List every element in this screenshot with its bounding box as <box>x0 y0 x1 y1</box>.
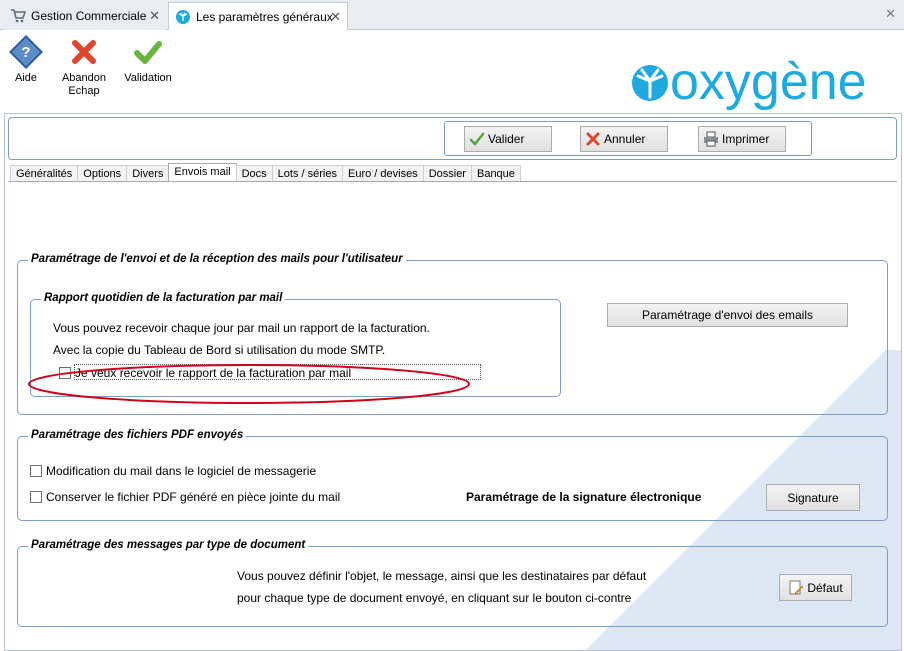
abandon-button[interactable]: Abandon Echap <box>56 35 112 98</box>
annuler-button[interactable]: Annuler <box>580 126 668 152</box>
close-window-icon[interactable]: ✕ <box>885 6 896 22</box>
signature-button[interactable]: Signature <box>766 484 860 511</box>
tab-options[interactable]: Options <box>77 165 128 182</box>
document-tabstrip: Gestion Commerciale ✕ Les paramètres gén… <box>0 0 904 30</box>
tab-envois-mail[interactable]: Envois mail <box>168 163 237 182</box>
edit-mail-checkbox-label: Modification du mail dans le logiciel de… <box>46 464 317 478</box>
cancel-x-icon <box>67 35 101 69</box>
validation-label: Validation <box>124 72 172 84</box>
checkbox-box[interactable] <box>30 465 42 477</box>
edit-mail-checkbox[interactable]: Modification du mail dans le logiciel de… <box>30 464 316 478</box>
report-description-2: Avec la copie du Tableau de Bord si util… <box>53 343 386 357</box>
messages-description-1: Vous pouvez définir l'objet, le message,… <box>237 569 647 583</box>
annuler-label: Annuler <box>604 132 646 146</box>
checkmark-icon <box>469 131 485 147</box>
messages-settings-title: Paramétrage des messages par type de doc… <box>28 539 309 551</box>
abandon-shortcut-label: Echap <box>68 85 100 97</box>
help-icon: ? <box>9 35 43 69</box>
default-button[interactable]: Défaut <box>779 574 852 601</box>
tab-lots-series[interactable]: Lots / séries <box>271 165 343 182</box>
tab-divider <box>8 181 897 182</box>
checkmark-icon <box>131 35 165 69</box>
checkbox-box[interactable] <box>30 491 42 503</box>
valider-button[interactable]: Valider <box>464 126 552 152</box>
tab-dossier[interactable]: Dossier <box>422 165 472 182</box>
highlight-ellipse <box>28 364 470 404</box>
email-settings-button[interactable]: Paramétrage d'envoi des emails <box>607 303 848 327</box>
tab-label: Gestion Commerciale <box>31 9 147 23</box>
default-button-label: Défaut <box>807 580 843 595</box>
signature-label: Paramétrage de la signature électronique <box>466 490 702 504</box>
valider-label: Valider <box>488 132 525 146</box>
pdf-settings-group: Paramétrage des fichiers PDF envoyés Mod… <box>17 429 888 521</box>
tab-banque[interactable]: Banque <box>470 165 521 182</box>
help-button[interactable]: ? Aide <box>4 35 48 85</box>
validation-button[interactable]: Validation <box>120 35 176 85</box>
help-label: Aide <box>14 72 38 84</box>
daily-report-title: Rapport quotidien de la facturation par … <box>41 292 286 304</box>
document-edit-icon <box>788 580 804 596</box>
report-description-1: Vous pouvez recevoir chaque jour par mai… <box>53 321 430 335</box>
tab-divers[interactable]: Divers <box>126 165 170 182</box>
abandon-label: Abandon <box>61 72 107 84</box>
tab-gestion-commerciale[interactable]: Gestion Commerciale ✕ <box>4 2 166 30</box>
keep-pdf-checkbox[interactable]: Conserver le fichier PDF généré en pièce… <box>30 490 340 504</box>
pdf-settings-title: Paramétrage des fichiers PDF envoyés <box>28 429 247 441</box>
toolbar: ? Aide Abandon Echap Validation oxygène <box>0 31 904 113</box>
printer-icon <box>703 131 719 147</box>
keep-pdf-checkbox-label: Conserver le fichier PDF généré en pièce… <box>46 490 341 504</box>
svg-text:?: ? <box>21 44 30 61</box>
messages-description-2: pour chaque type de document envoyé, en … <box>237 591 632 605</box>
mail-settings-title: Paramétrage de l'envoi et de la réceptio… <box>28 253 406 265</box>
action-bar: Valider Annuler Imprimer <box>8 117 897 160</box>
messages-settings-group: Paramétrage des messages par type de doc… <box>17 539 888 627</box>
action-buttons-group: Valider Annuler Imprimer <box>444 121 812 156</box>
close-tab-icon[interactable]: ✕ <box>330 9 341 25</box>
cart-icon <box>10 8 27 24</box>
tab-euro-devises[interactable]: Euro / devises <box>341 165 424 182</box>
imprimer-button[interactable]: Imprimer <box>698 126 786 152</box>
tab-docs[interactable]: Docs <box>235 165 273 182</box>
tab-parametres-generaux[interactable]: Les paramètres généraux ✕ <box>168 2 348 30</box>
cancel-x-icon <box>585 131 601 147</box>
imprimer-label: Imprimer <box>722 132 770 146</box>
oxygene-logo: oxygène <box>628 41 898 111</box>
tab-label: Les paramètres généraux <box>196 9 333 24</box>
logo-text: oxygène <box>670 53 867 111</box>
close-tab-icon[interactable]: ✕ <box>149 8 160 24</box>
oxygene-palm-icon <box>175 9 191 25</box>
settings-tabs: Généralités Options Divers Envois mail D… <box>10 163 521 182</box>
tab-generalites[interactable]: Généralités <box>10 165 79 182</box>
